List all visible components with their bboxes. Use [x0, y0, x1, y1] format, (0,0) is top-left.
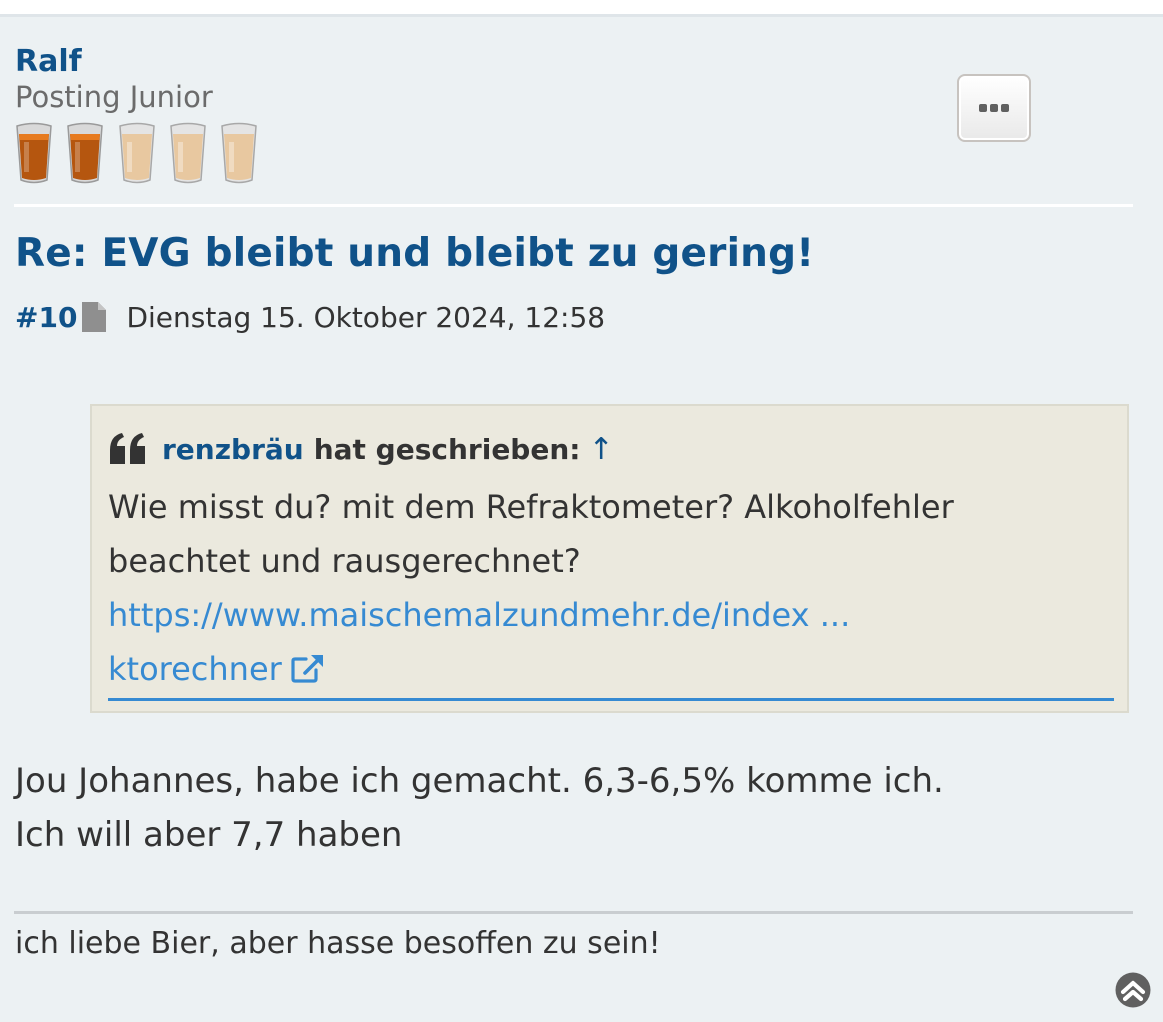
post-body-line: Ich will aber 7,7 haben	[15, 815, 403, 855]
post-date: Dienstag 15. Oktober 2024, 12:58	[126, 300, 606, 334]
user-rank: Posting Junior	[15, 80, 213, 114]
beer-glass-empty-icon	[170, 122, 206, 184]
beer-glass-full-icon	[67, 122, 103, 184]
beer-glass-empty-icon	[221, 122, 257, 184]
beer-glass-empty-icon	[119, 122, 155, 184]
url-line-end: ktorechner	[108, 642, 1114, 696]
signature: ich liebe Bier, aber hasse besoffen zu s…	[15, 926, 661, 961]
quote-source-arrow-link[interactable]: ↑	[588, 432, 613, 467]
post-meta: #10 Dienstag 15. Oktober 2024, 12:58	[15, 297, 605, 337]
quote-author-link[interactable]: renzbräu	[162, 433, 304, 466]
post-body-line: Jou Johannes, habe ich gemacht. 6,3-6,5%…	[15, 761, 944, 801]
top-border	[0, 14, 1163, 17]
post-number-link[interactable]: #10	[15, 301, 77, 334]
username-link[interactable]: Ralf	[15, 44, 82, 79]
quote-text-line: beachtet und rausgerechnet?	[108, 542, 581, 580]
quote-block: renzbräu hat geschrieben: ↑ Wie misst du…	[90, 404, 1129, 713]
external-link-icon	[291, 655, 323, 683]
post-container: Ralf Posting Junior Re: EVG bleibt und b…	[0, 14, 1163, 1022]
quote-icon	[110, 433, 145, 464]
post-title[interactable]: Re: EVG bleibt und bleibt zu gering!	[15, 231, 814, 276]
ellipsis-icon	[979, 104, 1009, 112]
chevron-up-circle-icon[interactable]	[1115, 972, 1151, 1008]
quote-wrote-label: hat geschrieben:	[313, 432, 581, 466]
post-menu-button[interactable]	[957, 74, 1031, 142]
quote-text: Wie misst du? mit dem Refraktometer? Alk…	[108, 480, 1098, 588]
quote-header: renzbräu hat geschrieben: ↑	[108, 428, 614, 470]
file-icon[interactable]	[80, 301, 108, 333]
post-body: Jou Johannes, habe ich gemacht. 6,3-6,5%…	[15, 754, 1115, 862]
url-line: ktorechner	[108, 650, 282, 688]
external-url-link[interactable]: https://www.maischemalzundmehr.de/index …	[108, 588, 1114, 701]
profile-separator	[14, 204, 1133, 207]
url-line: https://www.maischemalzundmehr.de/index …	[108, 596, 851, 634]
beer-glass-full-icon	[16, 122, 52, 184]
quote-text-line: Wie misst du? mit dem Refraktometer? Alk…	[108, 488, 954, 526]
signature-separator	[14, 911, 1133, 914]
